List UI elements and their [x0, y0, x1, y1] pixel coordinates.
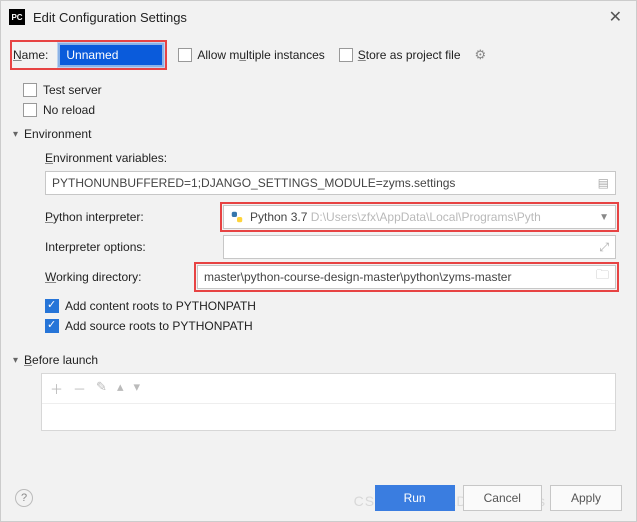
form-body: Test server No reload ▾ Environment Envi…: [1, 83, 636, 431]
add-source-roots-label: Add source roots to PYTHONPATH: [65, 319, 253, 333]
expand-icon[interactable]: ⤢: [599, 240, 609, 255]
interpreter-row: Python interpreter: Python 3.7 D:\Users\…: [45, 205, 616, 229]
env-vars-input[interactable]: PYTHONUNBUFFERED=1;DJANGO_SETTINGS_MODUL…: [45, 171, 616, 195]
checkbox-checked-icon: [45, 319, 59, 333]
list-icon[interactable]: ▤: [598, 176, 609, 190]
interp-opts-row: Interpreter options: ⤢: [45, 235, 616, 259]
dialog: PC Edit Configuration Settings ✕ Name: A…: [0, 0, 637, 522]
interp-opts-input[interactable]: ⤢: [223, 235, 616, 259]
interpreter-label: Python interpreter:: [45, 210, 217, 224]
checkbox-icon: [23, 83, 37, 97]
up-icon[interactable]: ▴: [117, 379, 124, 398]
chevron-down-icon: ▼: [599, 212, 609, 223]
down-icon[interactable]: ▾: [133, 379, 140, 398]
interpreter-select[interactable]: Python 3.7 D:\Users\zfx\AppData\Local\Pr…: [223, 205, 616, 229]
environment-section-header[interactable]: ▾ Environment: [13, 127, 616, 141]
checkbox-icon: [339, 48, 353, 62]
help-icon[interactable]: ?: [15, 489, 33, 507]
remove-icon[interactable]: －: [73, 379, 86, 398]
edit-icon[interactable]: ✎: [96, 379, 107, 398]
workdir-label: Working directory:: [45, 270, 191, 284]
cancel-button[interactable]: Cancel: [463, 485, 542, 511]
env-vars-label: Environment variables:: [45, 151, 167, 165]
top-config-row: Name: Allow multiple instances Store as …: [1, 33, 636, 77]
workdir-input[interactable]: master\python-course-design-master\pytho…: [197, 265, 616, 289]
store-project-label: Store as project file: [358, 48, 461, 62]
interpreter-path: D:\Users\zfx\AppData\Local\Programs\Pyth: [311, 210, 541, 224]
add-source-roots-checkbox[interactable]: Add source roots to PYTHONPATH: [45, 319, 616, 333]
environment-heading: Environment: [24, 127, 91, 141]
footer: ? Run Cancel Apply: [1, 485, 636, 511]
folder-icon[interactable]: 🗀: [596, 266, 609, 288]
chevron-down-icon: ▾: [13, 129, 18, 140]
interp-opts-label: Interpreter options:: [45, 240, 217, 254]
name-label: Name:: [13, 48, 48, 62]
titlebar: PC Edit Configuration Settings ✕: [1, 1, 636, 33]
workdir-value: master\python-course-design-master\pytho…: [204, 270, 511, 284]
dialog-title: Edit Configuration Settings: [33, 10, 187, 25]
allow-multiple-label: Allow multiple instances: [197, 48, 324, 62]
close-icon[interactable]: ✕: [603, 5, 628, 29]
checkbox-icon: [178, 48, 192, 62]
before-launch-heading: Before launch: [24, 353, 98, 367]
before-launch-toolbar: ＋ － ✎ ▴ ▾: [42, 374, 615, 404]
pycharm-icon: PC: [9, 9, 25, 25]
apply-button[interactable]: Apply: [550, 485, 622, 511]
name-group: Name:: [13, 43, 164, 67]
python-icon: [230, 210, 244, 224]
no-reload-checkbox[interactable]: No reload: [23, 103, 616, 117]
interpreter-value: Python 3.7: [250, 210, 307, 224]
gear-icon[interactable]: ⚙: [475, 47, 487, 63]
test-server-label: Test server: [43, 83, 102, 97]
checkbox-icon: [23, 103, 37, 117]
environment-section: Environment variables: PYTHONUNBUFFERED=…: [27, 151, 616, 333]
allow-multiple-checkbox[interactable]: Allow multiple instances: [178, 48, 324, 62]
workdir-row: Working directory: master\python-course-…: [45, 265, 616, 289]
run-button[interactable]: Run: [375, 485, 455, 511]
test-server-checkbox[interactable]: Test server: [23, 83, 616, 97]
env-vars-value: PYTHONUNBUFFERED=1;DJANGO_SETTINGS_MODUL…: [52, 176, 455, 190]
name-input[interactable]: [58, 43, 164, 67]
add-content-roots-checkbox[interactable]: Add content roots to PYTHONPATH: [45, 299, 616, 313]
before-launch-header[interactable]: ▾ Before launch: [13, 353, 616, 367]
add-content-roots-label: Add content roots to PYTHONPATH: [65, 299, 256, 313]
chevron-down-icon: ▾: [13, 355, 18, 366]
env-vars-label-row: Environment variables:: [45, 151, 616, 165]
store-project-checkbox[interactable]: Store as project file: [339, 48, 461, 62]
add-icon[interactable]: ＋: [50, 379, 63, 398]
no-reload-label: No reload: [43, 103, 95, 117]
before-launch-list: ＋ － ✎ ▴ ▾: [41, 373, 616, 431]
checkbox-checked-icon: [45, 299, 59, 313]
